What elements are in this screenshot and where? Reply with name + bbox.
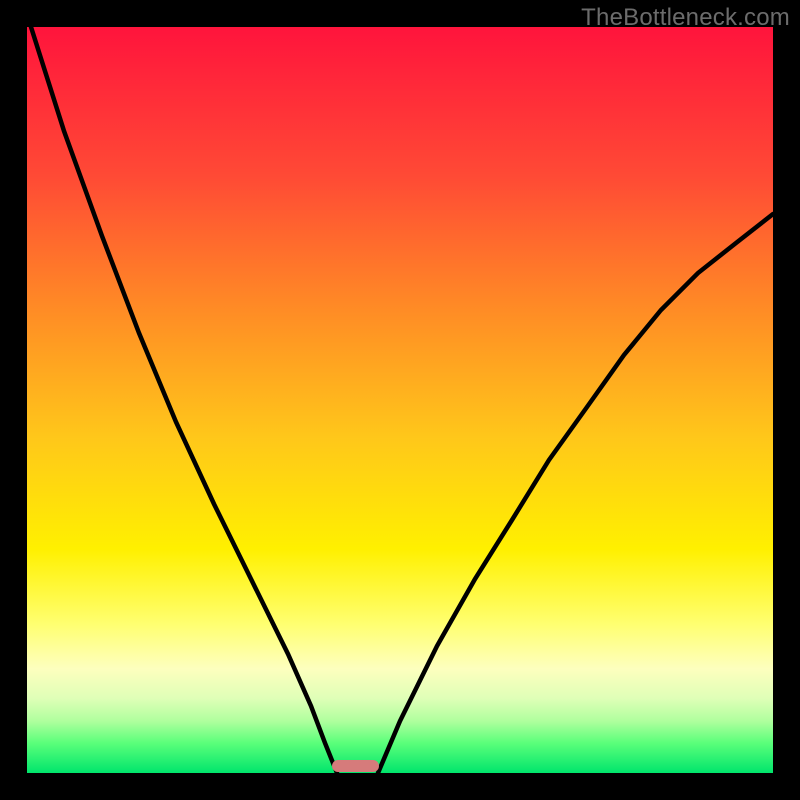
bottleneck-marker xyxy=(332,760,379,772)
curve-layer xyxy=(27,27,773,773)
chart-stage: TheBottleneck.com xyxy=(0,0,800,800)
left-curve xyxy=(31,27,337,773)
plot-area xyxy=(27,27,773,773)
right-curve xyxy=(378,214,773,773)
watermark-text: TheBottleneck.com xyxy=(581,4,790,32)
